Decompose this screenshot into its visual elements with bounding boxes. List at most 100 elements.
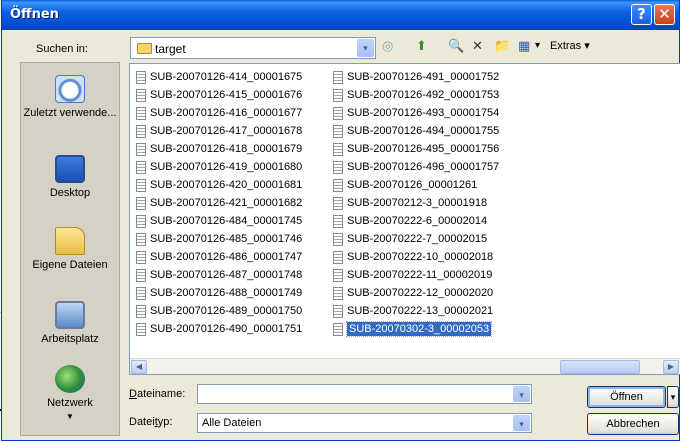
file-name: SUB-20070126-416_00001677 xyxy=(150,107,303,119)
file-item[interactable]: SUB-20070222-13_00002021 xyxy=(330,302,499,320)
file-item[interactable]: SUB-20070222-6_00002014 xyxy=(330,212,499,230)
cancel-button[interactable]: Abbrechen xyxy=(587,413,679,435)
delete-icon[interactable]: ✕ xyxy=(472,38,483,54)
text-file-icon xyxy=(136,197,146,210)
text-file-icon xyxy=(136,71,146,84)
file-name: SUB-20070126-415_00001676 xyxy=(150,89,303,101)
place-desktop[interactable]: Desktop xyxy=(21,155,119,200)
look-in-value: target xyxy=(155,42,186,56)
file-name: SUB-20070126-417_00001678 xyxy=(150,125,303,137)
file-name: SUB-20070212-3_00001918 xyxy=(347,197,488,209)
close-button[interactable]: ✕ xyxy=(654,4,675,25)
file-item[interactable]: SUB-20070126-484_00001745 xyxy=(133,212,302,230)
place-label: Eigene Dateien xyxy=(32,259,108,271)
my-documents-icon xyxy=(55,227,85,255)
file-item[interactable]: SUB-20070126-485_00001746 xyxy=(133,230,302,248)
cancel-button-label: Abbrechen xyxy=(606,418,660,430)
views-icon[interactable]: ▦ xyxy=(518,38,530,54)
text-file-icon xyxy=(333,305,343,318)
file-name: SUB-20070222-10_00002018 xyxy=(347,251,494,263)
open-options-arrow[interactable]: ▾ xyxy=(667,386,679,408)
file-name: SUB-20070126-491_00001752 xyxy=(347,71,500,83)
text-file-icon xyxy=(136,305,146,318)
file-item[interactable]: SUB-20070212-3_00001918 xyxy=(330,194,499,212)
search-web-icon[interactable]: 🔍 xyxy=(448,38,464,54)
filename-field[interactable]: ▾ xyxy=(197,384,532,404)
file-item[interactable]: SUB-20070222-11_00002019 xyxy=(330,266,499,284)
filetype-select[interactable]: Alle Dateien ▾ xyxy=(197,413,532,433)
text-file-icon xyxy=(136,179,146,192)
open-button[interactable]: Öffnen xyxy=(587,386,666,408)
scrollbar-thumb[interactable] xyxy=(560,360,640,374)
text-file-icon xyxy=(136,269,146,282)
text-file-icon xyxy=(136,323,146,336)
file-item[interactable]: SUB-20070126-492_00001753 xyxy=(330,86,499,104)
look-in-label: Suchen in: xyxy=(36,43,88,55)
file-item[interactable]: SUB-20070126-415_00001676 xyxy=(133,86,302,104)
filetype-label: Dateityp: xyxy=(129,416,173,428)
file-item[interactable]: SUB-20070126-418_00001679 xyxy=(133,140,302,158)
scroll-right-icon[interactable]: ▶ xyxy=(663,360,679,374)
up-folder-icon[interactable]: ⬆ xyxy=(416,38,427,54)
file-item[interactable]: SUB-20070222-12_00002020 xyxy=(330,284,499,302)
views-arrow-icon[interactable]: ▾ xyxy=(535,38,540,54)
back-icon[interactable]: ◎ xyxy=(382,38,393,54)
file-item[interactable]: SUB-20070222-7_00002015 xyxy=(330,230,499,248)
file-item[interactable]: SUB-20070126-419_00001680 xyxy=(133,158,302,176)
text-file-icon xyxy=(333,323,343,336)
place-my-documents[interactable]: Eigene Dateien xyxy=(21,227,119,272)
file-item[interactable]: SUB-20070126-494_00001755 xyxy=(330,122,499,140)
file-item[interactable]: SUB-20070126-416_00001677 xyxy=(133,104,302,122)
folder-icon xyxy=(137,43,152,54)
file-name: SUB-20070222-11_00002019 xyxy=(347,269,493,281)
title-bar[interactable]: Öffnen ? ✕ xyxy=(2,0,679,30)
text-file-icon xyxy=(136,215,146,228)
file-name: SUB-20070126-414_00001675 xyxy=(150,71,303,83)
file-item[interactable]: SUB-20070302-3_00002053 xyxy=(330,320,499,338)
file-item[interactable]: SUB-20070126_00001261 xyxy=(330,176,499,194)
file-item[interactable]: SUB-20070126-496_00001757 xyxy=(330,158,499,176)
place-recent[interactable]: Zuletzt verwende... xyxy=(21,75,119,120)
horizontal-scrollbar[interactable]: ◀ ▶ xyxy=(130,358,680,374)
file-item[interactable]: SUB-20070126-490_00001751 xyxy=(133,320,302,338)
new-folder-icon[interactable]: 📁 xyxy=(494,38,510,54)
file-item[interactable]: SUB-20070126-491_00001752 xyxy=(330,68,499,86)
text-file-icon xyxy=(333,179,343,192)
file-name: SUB-20070126-495_00001756 xyxy=(347,143,500,155)
chevron-down-icon[interactable]: ▾ xyxy=(357,39,374,57)
file-list[interactable]: SUB-20070126-414_00001675 SUB-20070126-41… xyxy=(129,63,680,375)
extras-menu[interactable]: Extras ▾ xyxy=(550,38,590,54)
scroll-left-icon[interactable]: ◀ xyxy=(131,360,147,374)
desktop-icon xyxy=(55,155,85,183)
file-name: SUB-20070126-490_00001751 xyxy=(150,323,303,335)
file-item[interactable]: SUB-20070126-488_00001749 xyxy=(133,284,302,302)
open-file-dialog: Öffnen ? ✕ Suchen in: target ▾ ◎ ⬆ 🔍 ✕ 📁… xyxy=(1,0,680,441)
file-item[interactable]: SUB-20070126-417_00001678 xyxy=(133,122,302,140)
file-name: SUB-20070126-420_00001681 xyxy=(150,179,303,191)
text-file-icon xyxy=(333,125,343,138)
file-item[interactable]: SUB-20070126-420_00001681 xyxy=(133,176,302,194)
place-my-computer[interactable]: Arbeitsplatz xyxy=(21,301,119,346)
chevron-down-icon[interactable]: ▾ xyxy=(513,415,530,431)
file-name: SUB-20070126-493_00001754 xyxy=(347,107,500,119)
chevron-down-icon[interactable]: ▾ xyxy=(513,386,530,402)
scroll-down-icon[interactable]: ▼ xyxy=(21,410,119,423)
file-item[interactable]: SUB-20070126-486_00001747 xyxy=(133,248,302,266)
file-item[interactable]: SUB-20070126-495_00001756 xyxy=(330,140,499,158)
text-file-icon xyxy=(136,89,146,102)
file-item[interactable]: SUB-20070222-10_00002018 xyxy=(330,248,499,266)
file-item[interactable]: SUB-20070126-414_00001675 xyxy=(133,68,302,86)
file-name: SUB-20070126-421_00001682 xyxy=(150,197,303,209)
file-item[interactable]: SUB-20070126-493_00001754 xyxy=(330,104,499,122)
file-name: SUB-20070222-6_00002014 xyxy=(347,215,488,227)
text-file-icon xyxy=(136,233,146,246)
text-file-icon xyxy=(136,161,146,174)
place-network[interactable]: Netzwerk ▼ xyxy=(21,365,119,423)
place-label: Desktop xyxy=(49,187,91,199)
look-in-combo[interactable]: target ▾ xyxy=(130,37,376,59)
help-button[interactable]: ? xyxy=(631,4,652,25)
file-item[interactable]: SUB-20070126-489_00001750 xyxy=(133,302,302,320)
text-file-icon xyxy=(333,287,343,300)
file-item[interactable]: SUB-20070126-421_00001682 xyxy=(133,194,302,212)
file-item[interactable]: SUB-20070126-487_00001748 xyxy=(133,266,302,284)
